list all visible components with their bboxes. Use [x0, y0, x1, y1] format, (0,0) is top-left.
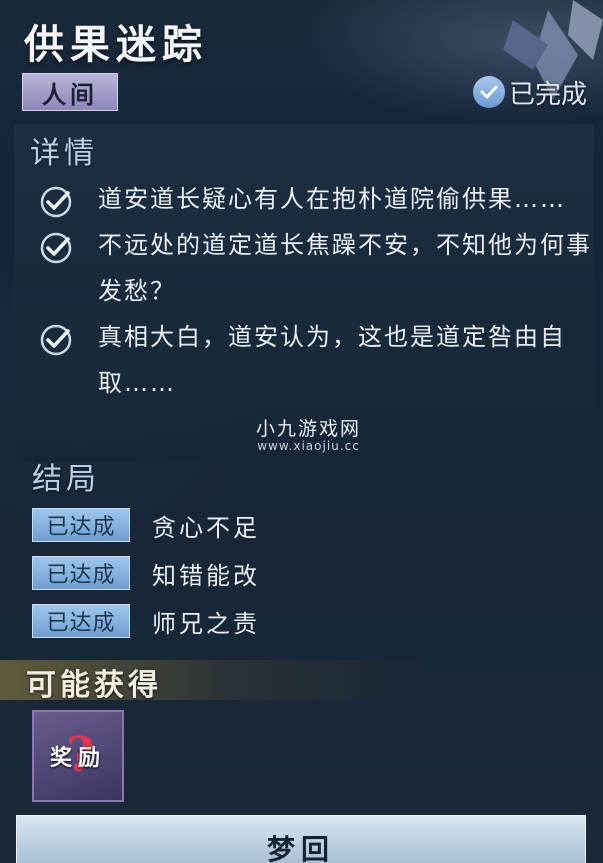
- realm-tag-label: 人间: [42, 80, 98, 109]
- realm-tag: 人间: [22, 73, 118, 111]
- quest-title: 供果迷踪: [24, 22, 208, 68]
- check-circle-icon: [40, 232, 72, 264]
- completion-status-label: 已完成: [508, 79, 587, 110]
- ending-label: 知错能改: [152, 561, 260, 590]
- watermark: 小九游戏网 www.xiaojiu.cc: [256, 414, 361, 453]
- detail-text: 真相大白，道安认为，这也是道定咎由自取……: [98, 323, 566, 397]
- dream-replay-label: 梦回: [266, 833, 335, 863]
- detail-item: 真相大白，道安认为，这也是道定咎由自取……: [38, 314, 598, 406]
- details-list: 道安道长疑心有人在抱朴道院偷供果…… 不远处的道定道长焦躁不安，不知他为何事发愁…: [38, 176, 598, 406]
- check-circle-icon: [40, 186, 72, 218]
- completion-status: 已完成: [472, 74, 587, 110]
- ending-row: 已达成 知错能改: [32, 556, 260, 590]
- detail-item: 不远处的道定道长焦躁不安，不知他为何事发愁？: [38, 222, 598, 314]
- detail-item: 道安道长疑心有人在抱朴道院偷供果……: [38, 176, 598, 222]
- watermark-main: 小九游戏网: [256, 418, 362, 440]
- watermark-url: www.xiaojiu.cc: [257, 439, 360, 453]
- ending-row: 已达成 贪心不足: [32, 508, 260, 542]
- reward-item-card[interactable]: ? 奖励: [32, 710, 124, 802]
- dream-replay-button[interactable]: 梦回: [16, 815, 586, 863]
- endings-heading: 结局: [32, 462, 100, 497]
- ending-label: 贪心不足: [152, 513, 260, 542]
- detail-text: 道安道长疑心有人在抱朴道院偷供果……: [98, 185, 566, 213]
- reward-card-label: 奖励: [49, 746, 106, 771]
- details-heading: 详情: [30, 136, 98, 171]
- detail-text: 不远处的道定道长焦躁不安，不知他为何事发愁？: [98, 231, 592, 305]
- achieved-badge: 已达成: [32, 556, 130, 590]
- achieved-badge: 已达成: [32, 604, 130, 638]
- completed-check-icon: [472, 76, 505, 108]
- rewards-heading: 可能获得: [26, 668, 162, 703]
- ending-label: 师兄之责: [152, 609, 260, 638]
- check-circle-icon: [40, 324, 72, 356]
- ending-row: 已达成 师兄之责: [32, 604, 260, 638]
- achieved-badge: 已达成: [32, 508, 130, 542]
